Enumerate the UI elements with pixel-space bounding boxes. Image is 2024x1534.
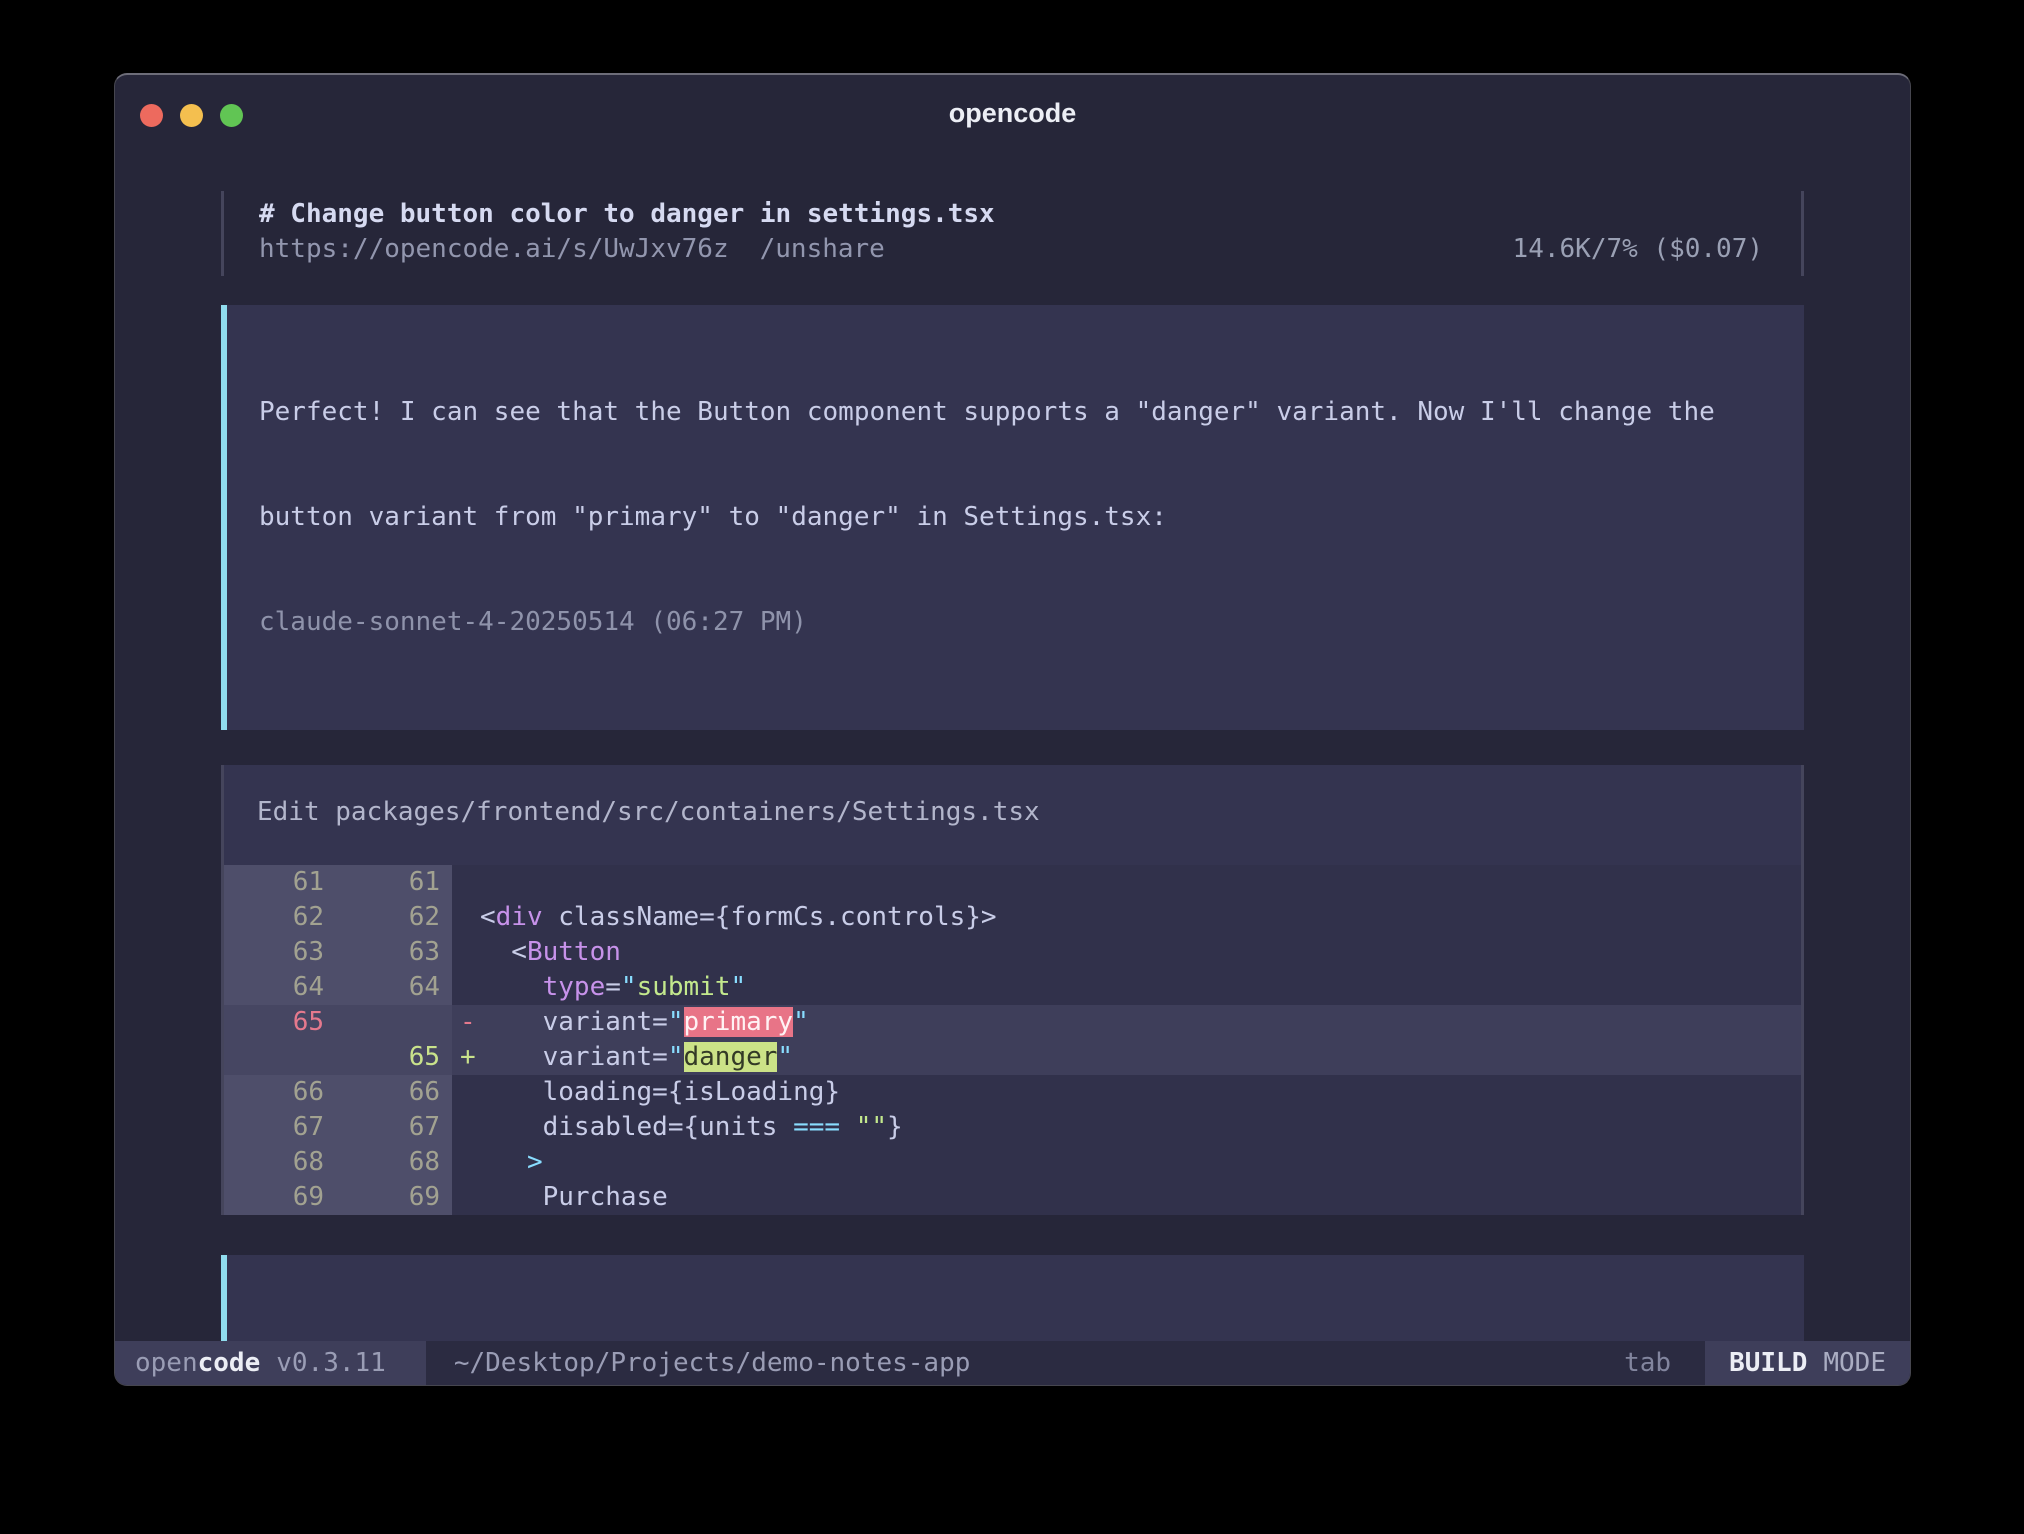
diff-row: 6666 loading={isLoading} <box>224 1075 1801 1110</box>
session-url-row: https://opencode.ai/s/UwJxv76z /unshare … <box>259 232 1763 267</box>
old-line-number: 69 <box>224 1180 338 1215</box>
share-url-link[interactable]: https://opencode.ai/s/UwJxv76z <box>259 232 729 267</box>
code-line: <Button <box>452 935 1801 970</box>
old-line-number: 61 <box>224 865 338 900</box>
new-line-number: 68 <box>338 1145 452 1180</box>
unshare-command: /unshare <box>760 232 885 267</box>
mode-name: BUILD <box>1729 1346 1807 1381</box>
spacer <box>970 1341 1624 1385</box>
status-bar: opencode v0.3.11 ~/Desktop/Projects/demo… <box>115 1341 1910 1385</box>
working-directory: ~/Desktop/Projects/demo-notes-app <box>454 1341 971 1385</box>
old-line-number: 67 <box>224 1110 338 1145</box>
message-line: Perfect! I can see that the Button compo… <box>259 395 1784 430</box>
code-line: disabled={units === ""} <box>452 1110 1801 1145</box>
new-line-number: 61 <box>338 865 452 900</box>
diff-row: 6161 <box>224 865 1801 900</box>
spacer <box>885 232 1513 267</box>
new-line-number: 63 <box>338 935 452 970</box>
new-line-number: 62 <box>338 900 452 935</box>
old-line-number: 66 <box>224 1075 338 1110</box>
diff-row: 6767 disabled={units === ""} <box>224 1110 1801 1145</box>
diff-row: 6868 > <box>224 1145 1801 1180</box>
diff-row: 65+ variant="danger" <box>224 1040 1801 1075</box>
old-line-number: 64 <box>224 970 338 1005</box>
code-line: + variant="danger" <box>452 1040 1801 1075</box>
code-line: loading={isLoading} <box>452 1075 1801 1110</box>
diff-row: 6363 <Button <box>224 935 1801 970</box>
code-line <box>452 865 1801 900</box>
brand-code: code <box>198 1346 261 1381</box>
old-line-number: 68 <box>224 1145 338 1180</box>
code-line: <div className={formCs.controls}> <box>452 900 1801 935</box>
new-line-number: 65 <box>338 1040 452 1075</box>
edit-file-path: Edit packages/frontend/src/containers/Se… <box>224 795 1801 830</box>
titlebar: opencode <box>115 75 1910 151</box>
diff-rows: 61616262<div className={formCs.controls}… <box>224 865 1801 1215</box>
new-line-number: 69 <box>338 1180 452 1215</box>
code-line: type="submit" <box>452 970 1801 1005</box>
app-version: v0.3.11 <box>276 1346 386 1381</box>
diff-row: 6969 Purchase <box>224 1180 1801 1215</box>
opencode-window: opencode # Change button color to danger… <box>114 73 1911 1386</box>
code-line: > <box>452 1145 1801 1180</box>
message-meta: claude-sonnet-4-20250514 (06:27 PM) <box>259 605 1784 640</box>
session-header: # Change button color to danger in setti… <box>221 191 1804 276</box>
mode-chip: BUILD MODE <box>1705 1341 1910 1385</box>
new-line-number <box>338 1005 452 1040</box>
token-usage: 14.6K/7% ($0.07) <box>1513 232 1763 267</box>
assistant-message-1: Perfect! I can see that the Button compo… <box>221 305 1804 730</box>
window-title: opencode <box>115 95 1910 131</box>
app-version-chip: opencode v0.3.11 <box>115 1341 426 1385</box>
old-line-number: 65 <box>224 1005 338 1040</box>
new-line-number: 64 <box>338 970 452 1005</box>
main-content: # Change button color to danger in setti… <box>115 191 1910 1386</box>
new-line-number: 66 <box>338 1075 452 1110</box>
code-line: - variant="primary" <box>452 1005 1801 1040</box>
brand-open: open <box>135 1346 198 1381</box>
mode-label: MODE <box>1823 1346 1886 1381</box>
diff-row: 65 - variant="primary" <box>224 1005 1801 1040</box>
session-title: # Change button color to danger in setti… <box>259 197 1763 232</box>
old-line-number: 62 <box>224 900 338 935</box>
old-line-number: 63 <box>224 935 338 970</box>
tab-key-hint: tab <box>1624 1341 1671 1385</box>
message-line: button variant from "primary" to "danger… <box>259 500 1784 535</box>
new-line-number: 67 <box>338 1110 452 1145</box>
edit-tool-block: Edit packages/frontend/src/containers/Se… <box>221 765 1804 1215</box>
code-line: Purchase <box>452 1180 1801 1215</box>
diff-row: 6262<div className={formCs.controls}> <box>224 900 1801 935</box>
diff-row: 6464 type="submit" <box>224 970 1801 1005</box>
old-line-number <box>224 1040 338 1075</box>
